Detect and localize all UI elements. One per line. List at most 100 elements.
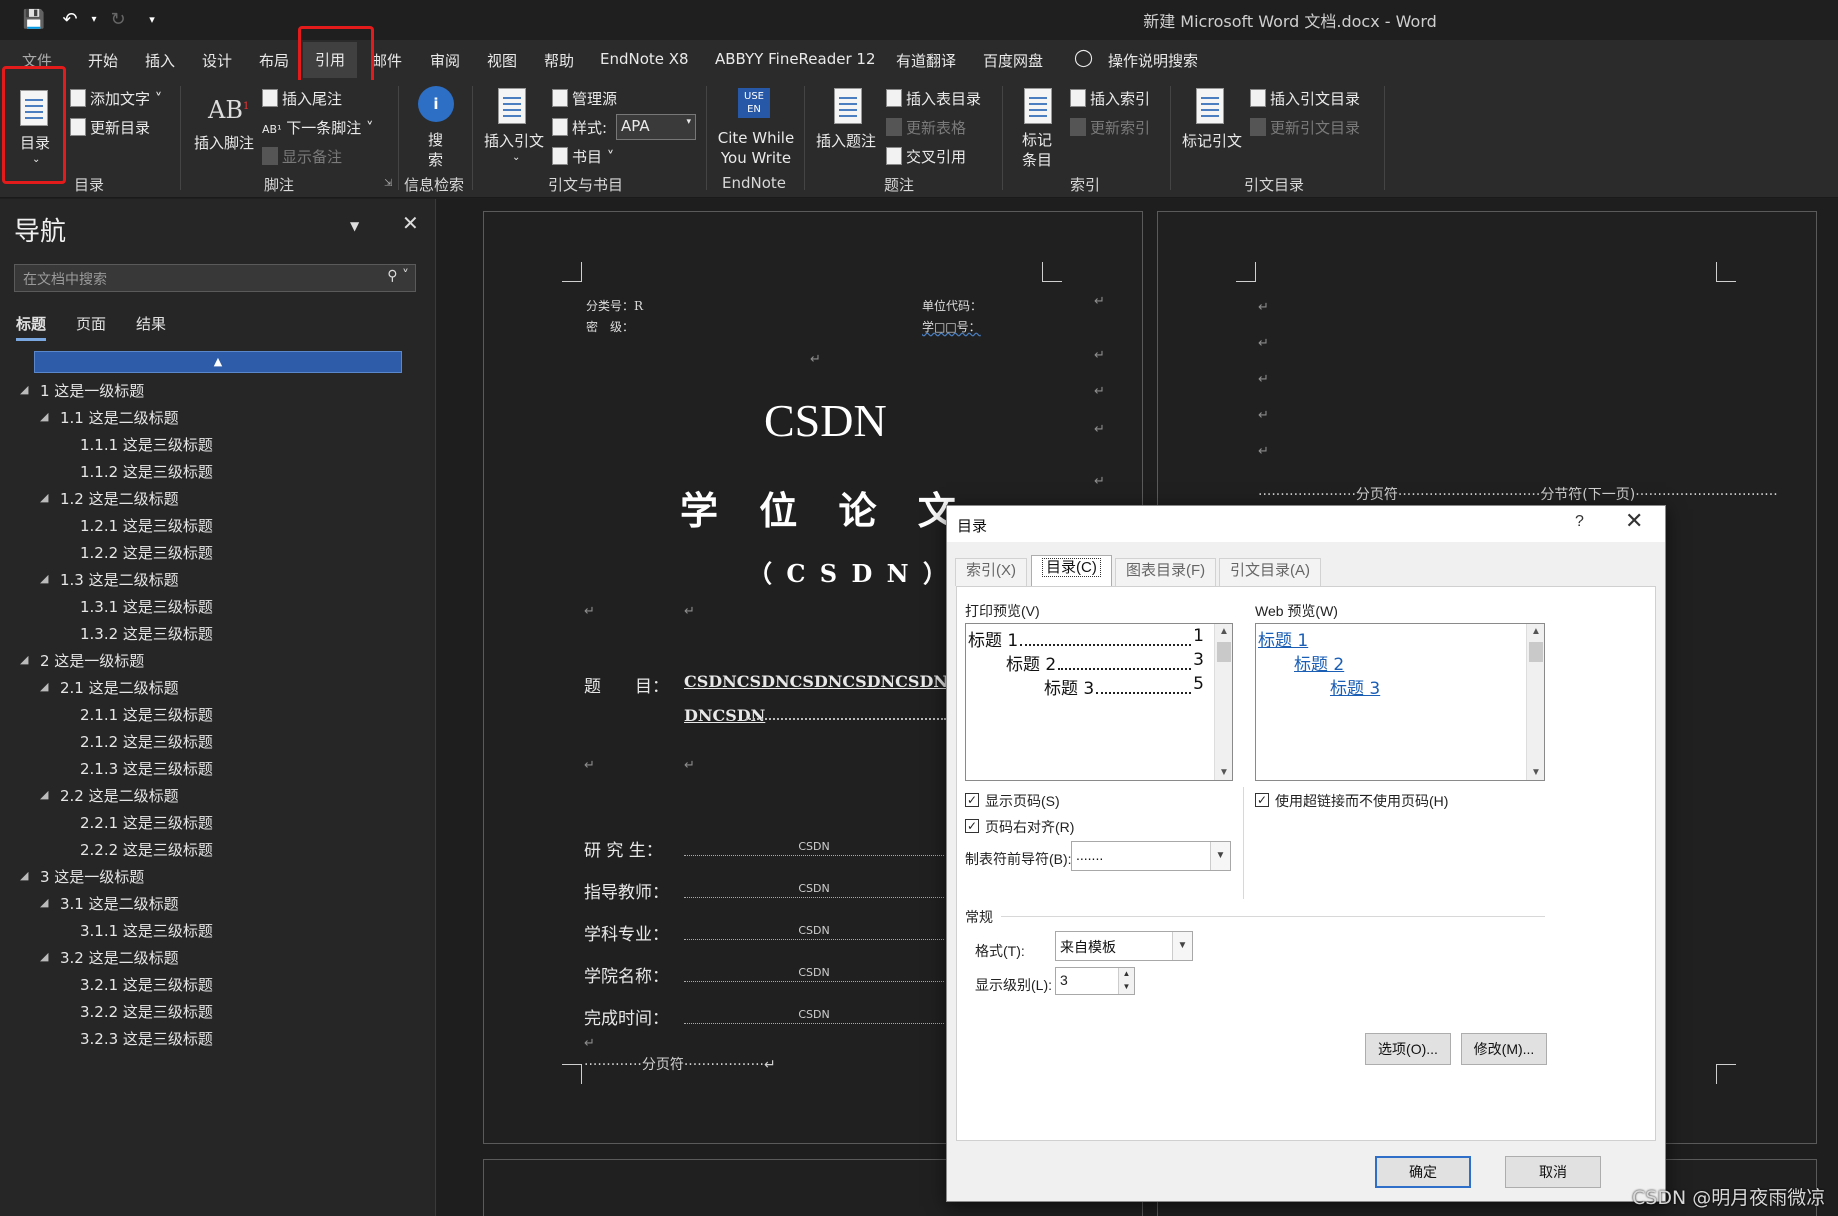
use-hyperlinks-checkbox[interactable]: ✓ (1255, 793, 1269, 807)
mark-citation-button[interactable]: 标记引文 (1182, 130, 1242, 151)
insert-citation-button[interactable]: 插入引文 (484, 130, 544, 151)
close-icon[interactable]: ✕ (1625, 508, 1643, 534)
tab-review[interactable]: 审阅 (430, 50, 460, 71)
nav-heading-level-1[interactable]: 2 这是一级标题 (40, 650, 144, 671)
nav-heading-level-3[interactable]: 1.3.2 这是三级标题 (80, 623, 213, 644)
scroll-down-icon[interactable]: ▼ (1527, 767, 1545, 778)
insert-toa-button[interactable]: 插入引文目录 (1250, 88, 1360, 109)
collapse-arrow-icon[interactable]: ◢ (40, 788, 48, 801)
collapse-arrow-icon[interactable]: ◢ (40, 896, 48, 909)
insert-table-of-figures-button[interactable]: 插入表目录 (886, 88, 981, 109)
update-toc-button[interactable]: 更新目录 (70, 117, 150, 138)
nav-heading-level-1[interactable]: 1 这是一级标题 (40, 380, 144, 401)
nav-heading-level-2[interactable]: 3.2 这是二级标题 (60, 947, 179, 968)
search-button[interactable]: 搜索 (428, 130, 448, 170)
nav-heading-level-3[interactable]: 3.2.2 这是三级标题 (80, 1001, 213, 1022)
tab-baidu[interactable]: 百度网盘 (983, 50, 1043, 71)
options-button[interactable]: 选项(O)... (1365, 1033, 1451, 1065)
nav-heading-level-3[interactable]: 2.1.2 这是三级标题 (80, 731, 213, 752)
tab-layout[interactable]: 布局 (259, 50, 289, 71)
tab-index[interactable]: 索引(X) (955, 558, 1027, 586)
save-icon[interactable]: 💾 (22, 8, 46, 32)
tab-table-of-figures[interactable]: 图表目录(F) (1115, 558, 1217, 586)
scroll-thumb[interactable] (1529, 642, 1543, 662)
tab-home[interactable]: 开始 (88, 50, 118, 71)
tab-youdao[interactable]: 有道翻译 (896, 50, 956, 71)
tab-table-of-authorities[interactable]: 引文目录(A) (1219, 558, 1321, 586)
web-preview-box[interactable]: 标题 1 标题 2 标题 3 ▲ ▼ (1255, 623, 1545, 781)
insert-endnote-button[interactable]: 插入尾注 (262, 88, 342, 109)
collapse-arrow-icon[interactable]: ◢ (40, 410, 48, 423)
tab-help[interactable]: 帮助 (544, 50, 574, 71)
nav-heading-level-3[interactable]: 1.2.2 这是三级标题 (80, 542, 213, 563)
collapse-arrow-icon[interactable]: ◢ (40, 572, 48, 585)
print-preview-box[interactable]: 标题 1 1 标题 2 3 标题 3 5 ▲ ▼ (965, 623, 1233, 781)
print-preview-scrollbar[interactable]: ▲ ▼ (1214, 624, 1232, 780)
nav-heading-level-3[interactable]: 1.1.2 这是三级标题 (80, 461, 213, 482)
nav-heading-level-2[interactable]: 2.2 这是二级标题 (60, 785, 179, 806)
tab-view[interactable]: 视图 (487, 50, 517, 71)
customize-quick-access-icon[interactable]: ▾ (140, 8, 164, 32)
nav-heading-level-3[interactable]: 2.2.2 这是三级标题 (80, 839, 213, 860)
cite-while-you-write-button[interactable]: Cite While You Write (716, 128, 796, 168)
web-preview-link[interactable]: 标题 2 (1294, 650, 1344, 675)
nav-tab-headings[interactable]: 标题 (16, 313, 47, 341)
modify-button[interactable]: 修改(M)... (1461, 1033, 1547, 1065)
help-button[interactable]: ? (1575, 513, 1584, 531)
nav-heading-level-2[interactable]: 3.1 这是二级标题 (60, 893, 179, 914)
collapse-arrow-icon[interactable]: ◢ (40, 950, 48, 963)
formats-dropdown[interactable]: 来自模板 ▼ (1055, 931, 1193, 961)
cross-reference-button[interactable]: 交叉引用 (886, 146, 966, 167)
nav-heading-level-1[interactable]: 3 这是一级标题 (40, 866, 144, 887)
undo-icon[interactable]: ↶ (58, 8, 82, 32)
tab-abbyy[interactable]: ABBYY FineReader 12 (715, 50, 876, 68)
show-page-numbers-checkbox[interactable]: ✓ (965, 793, 979, 807)
tab-leader-dropdown[interactable]: ....... ▼ (1071, 841, 1231, 871)
collapse-arrow-icon[interactable]: ◢ (20, 869, 28, 882)
web-preview-link[interactable]: 标题 1 (1258, 626, 1308, 651)
tab-mailings[interactable]: 邮件 (372, 50, 402, 71)
tab-endnote[interactable]: EndNote X8 (600, 50, 689, 68)
next-footnote-button[interactable]: AB¹ 下一条脚注 ˅ (262, 117, 374, 138)
nav-heading-level-3[interactable]: 3.1.1 这是三级标题 (80, 920, 213, 941)
scroll-up-icon[interactable]: ▲ (1527, 626, 1545, 637)
collapse-arrow-icon[interactable]: ◢ (40, 680, 48, 693)
web-preview-link[interactable]: 标题 3 (1330, 674, 1380, 699)
right-align-checkbox[interactable]: ✓ (965, 819, 979, 833)
manage-sources-button[interactable]: 管理源 (552, 88, 617, 109)
nav-heading-level-2[interactable]: 2.1 这是二级标题 (60, 677, 179, 698)
scroll-down-icon[interactable]: ▼ (1215, 767, 1233, 778)
redo-icon[interactable]: ↻ (106, 8, 130, 32)
cancel-button[interactable]: 取消 (1505, 1156, 1601, 1188)
nav-search-input[interactable]: 在文档中搜索 ⚲ ˅ (14, 264, 416, 292)
collapse-arrow-icon[interactable]: ◢ (40, 491, 48, 504)
collapse-arrow-icon[interactable]: ◢ (20, 383, 28, 396)
insert-index-button[interactable]: 插入索引 (1070, 88, 1150, 109)
tell-me-search[interactable]: 操作说明搜索 (1108, 50, 1198, 71)
nav-heading-level-2[interactable]: 1.1 这是二级标题 (60, 407, 179, 428)
levels-spinner[interactable]: 3 ▲ ▼ (1055, 967, 1135, 995)
style-dropdown[interactable]: APA ▾ (616, 114, 696, 140)
tab-table-of-contents[interactable]: 目录(C) (1031, 555, 1112, 588)
nav-tab-pages[interactable]: 页面 (76, 313, 106, 334)
nav-heading-level-3[interactable]: 2.1.3 这是三级标题 (80, 758, 213, 779)
collapse-arrow-icon[interactable]: ◢ (20, 653, 28, 666)
search-icon[interactable]: ⚲ ˅ (387, 268, 409, 284)
nav-heading-level-3[interactable]: 3.2.1 这是三级标题 (80, 974, 213, 995)
web-preview-scrollbar[interactable]: ▲ ▼ (1526, 624, 1544, 780)
nav-scroll-top-indicator[interactable]: ▲ (34, 351, 402, 373)
spin-down-icon[interactable]: ▼ (1118, 981, 1134, 994)
nav-heading-level-3[interactable]: 1.1.1 这是三级标题 (80, 434, 213, 455)
undo-dropdown-icon[interactable]: ▾ (82, 8, 106, 32)
dialog-launcher-icon[interactable]: ⇲ (384, 178, 392, 189)
tab-design[interactable]: 设计 (202, 50, 232, 71)
nav-heading-level-3[interactable]: 2.1.1 这是三级标题 (80, 704, 213, 725)
nav-heading-level-3[interactable]: 1.2.1 这是三级标题 (80, 515, 213, 536)
add-text-button[interactable]: 添加文字 ˅ (70, 88, 162, 109)
scroll-thumb[interactable] (1217, 642, 1231, 662)
bibliography-button[interactable]: 书目 ˅ (552, 146, 614, 167)
nav-heading-level-2[interactable]: 1.2 这是二级标题 (60, 488, 179, 509)
insert-caption-button[interactable]: 插入题注 (816, 130, 876, 151)
nav-heading-level-3[interactable]: 1.3.1 这是三级标题 (80, 596, 213, 617)
ok-button[interactable]: 确定 (1375, 1156, 1471, 1188)
